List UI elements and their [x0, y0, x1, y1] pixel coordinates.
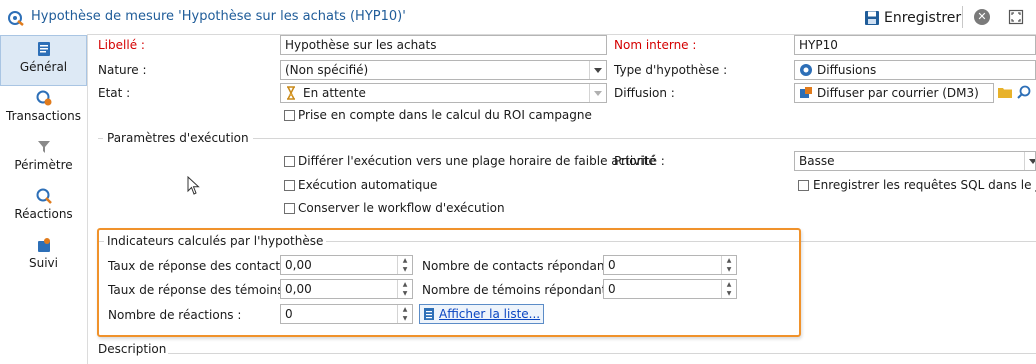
roi-label: Prise en compte dans le calcul du ROI ca…	[298, 108, 592, 122]
workflow-checkbox[interactable]	[284, 203, 295, 214]
sidebar-item-label: Réactions	[14, 207, 73, 221]
etat-select: En attente	[280, 83, 607, 103]
priorite-select[interactable]: Basse	[794, 151, 1036, 171]
diffusion-input[interactable]: Diffuser par courrier (DM3)	[794, 83, 994, 103]
sidebar-item-perimetre[interactable]: Périmètre	[0, 139, 87, 172]
mouse-cursor-icon	[187, 176, 200, 195]
reactions-icon	[36, 188, 52, 204]
nom-interne-input[interactable]: HYP10	[794, 35, 1036, 55]
sidebar-item-label: Transactions	[6, 109, 81, 123]
nature-label: Nature :	[98, 63, 147, 77]
chevron-down-icon[interactable]	[589, 61, 606, 79]
type-hypothese-select[interactable]: Diffusions	[794, 60, 1036, 80]
auto-checkbox[interactable]	[284, 180, 295, 191]
libelle-label: Libellé :	[98, 38, 145, 52]
search-icon[interactable]	[1017, 85, 1031, 99]
sql-label: Enregistrer les requêtes SQL dans le jou…	[813, 178, 1036, 192]
diffusion-value: Diffuser par courrier (DM3)	[817, 86, 979, 100]
auto-label: Exécution automatique	[298, 178, 438, 192]
chevron-down-icon	[589, 84, 606, 102]
sidebar-item-general[interactable]: Général	[0, 35, 87, 86]
hourglass-icon	[287, 86, 295, 100]
sidebar-item-label: Général	[19, 60, 68, 74]
filter-icon	[37, 141, 50, 153]
sidebar-item-transactions[interactable]: Transactions	[0, 90, 87, 123]
mail-delivery-icon	[800, 87, 812, 98]
close-icon[interactable]: ✕	[974, 9, 990, 25]
etat-value: En attente	[303, 86, 366, 100]
differer-checkbox[interactable]	[284, 156, 295, 167]
sidebar-item-label: Périmètre	[14, 158, 73, 172]
folder-icon[interactable]	[998, 86, 1012, 98]
save-button[interactable]: Enregistrer	[864, 8, 961, 28]
nature-value: (Non spécifié)	[285, 63, 369, 77]
general-icon	[37, 42, 50, 56]
diffusion-label: Diffusion :	[614, 86, 675, 100]
sidebar-item-suivi[interactable]: Suivi	[0, 237, 87, 270]
floppy-icon	[865, 11, 879, 25]
libelle-input[interactable]: Hypothèse sur les achats	[280, 35, 607, 55]
workflow-label: Conserver le workflow d'exécution	[298, 201, 505, 215]
transactions-icon	[36, 90, 51, 106]
etat-label: Etat :	[98, 86, 131, 100]
type-hypothese-value: Diffusions	[817, 63, 877, 77]
chevron-down-icon[interactable]	[1024, 152, 1035, 170]
description-section-title: Description	[96, 342, 169, 356]
indicators-highlight	[97, 228, 801, 337]
differer-label: Différer l'exécution vers une plage hora…	[298, 154, 656, 168]
sidebar-item-reactions[interactable]: Réactions	[0, 188, 87, 221]
toolbar-separator	[962, 6, 963, 28]
delivery-icon	[800, 64, 812, 76]
save-label: Enregistrer	[884, 10, 962, 26]
type-hypothese-label: Type d'hypothèse :	[614, 63, 728, 77]
sql-checkbox[interactable]	[798, 180, 809, 191]
nature-select[interactable]: (Non spécifié)	[280, 60, 607, 80]
nom-interne-label: Nom interne :	[614, 38, 697, 52]
priorite-value: Basse	[799, 154, 835, 168]
maximize-icon[interactable]	[1008, 9, 1024, 25]
priorite-label: Priorité :	[614, 154, 665, 168]
description-divider	[98, 353, 1036, 354]
execution-section-title: Paramètres d'exécution	[103, 131, 253, 145]
sidebar-item-label: Suivi	[29, 256, 58, 270]
roi-checkbox[interactable]	[284, 110, 295, 121]
window-title: Hypothèse de mesure 'Hypothèse sur les a…	[31, 9, 406, 24]
tracking-icon	[37, 238, 50, 252]
hypothesis-icon	[8, 11, 24, 26]
